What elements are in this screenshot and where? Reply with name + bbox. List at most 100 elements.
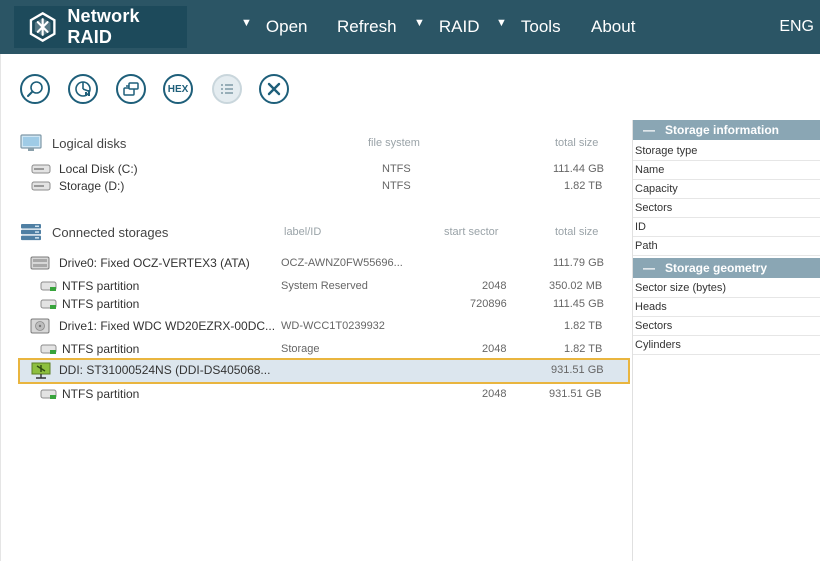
info-id: ID bbox=[633, 218, 820, 237]
hard-disk-drive-icon bbox=[30, 318, 50, 334]
table-row[interactable]: NTFS partition 2048 931.51 GB bbox=[18, 384, 630, 404]
disk-fs: NTFS bbox=[382, 180, 411, 192]
menu-about-label: About bbox=[591, 17, 636, 36]
storage-name: DDI: ST31000524NS (DDI-DS405068... bbox=[59, 363, 271, 377]
table-row[interactable]: Drive0: Fixed OCZ-VERTEX3 (ATA) OCZ-AWNZ… bbox=[18, 253, 630, 273]
pie-chart-icon bbox=[75, 81, 91, 97]
partition-icon bbox=[40, 389, 57, 399]
partition-size: 931.51 GB bbox=[549, 388, 602, 400]
menu-raid-label: RAID bbox=[438, 17, 480, 36]
menu-refresh[interactable]: Refresh bbox=[337, 0, 397, 54]
partition-name: NTFS partition bbox=[62, 297, 140, 311]
disk-name: Local Disk (C:) bbox=[59, 162, 138, 176]
info-heads: Heads bbox=[633, 298, 820, 317]
table-row[interactable]: NTFS partition 720896 111.45 GB bbox=[18, 294, 630, 314]
table-row-selected[interactable]: DDI: ST31000524NS (DDI-DS405068... 931.5… bbox=[18, 358, 630, 384]
partition-label: Storage bbox=[281, 343, 320, 355]
magnifier-icon bbox=[27, 81, 43, 97]
menu-open[interactable]: ▼ Open bbox=[241, 0, 307, 54]
partition-size: 350.02 MB bbox=[549, 280, 603, 292]
info-sector-size: Sector size (bytes) bbox=[633, 279, 820, 298]
drive-icon bbox=[30, 256, 50, 270]
info-geometry-sectors: Sectors bbox=[633, 317, 820, 336]
storage-label: WD-WCC1T0239932 bbox=[281, 320, 385, 332]
partition-name: NTFS partition bbox=[62, 279, 140, 293]
list-icon bbox=[221, 84, 233, 94]
app-logo: Network RAID bbox=[14, 6, 187, 48]
server-rack-icon bbox=[21, 224, 41, 241]
storage-size: 1.82 TB bbox=[564, 320, 603, 332]
logical-disks-title: Logical disks bbox=[52, 135, 127, 151]
storage-size: 931.51 GB bbox=[551, 364, 604, 376]
info-sectors: Sectors bbox=[633, 199, 820, 218]
col-start-sector: start sector bbox=[444, 226, 499, 238]
table-row[interactable]: NTFS partition Storage 2048 1.82 TB bbox=[18, 339, 630, 359]
info-storage-type: Storage type bbox=[633, 142, 820, 161]
disk-size: 1.82 TB bbox=[564, 180, 603, 192]
partition-size: 1.82 TB bbox=[564, 343, 603, 355]
partition-icon bbox=[40, 344, 57, 354]
list-view-button[interactable] bbox=[212, 74, 242, 104]
disk-size: 111.44 GB bbox=[553, 163, 604, 175]
top-bar: Network RAID ▼ Open Refresh ▼ RAID ▼ Too… bbox=[0, 0, 820, 54]
partition-start: 2048 bbox=[482, 388, 507, 400]
create-image-button[interactable] bbox=[116, 74, 146, 104]
menu-tools-label: Tools bbox=[520, 17, 561, 36]
menu-raid[interactable]: ▼ RAID bbox=[414, 0, 480, 54]
storage-information-title: Storage information bbox=[665, 123, 780, 137]
hard-disk-icon bbox=[31, 164, 51, 174]
hex-icon: HEX bbox=[167, 83, 189, 95]
menu-about[interactable]: About bbox=[591, 0, 635, 54]
left-border bbox=[0, 54, 1, 561]
menu-refresh-label: Refresh bbox=[337, 17, 397, 36]
storage-size: 111.79 GB bbox=[553, 257, 604, 269]
list-item[interactable]: Storage (D:) NTFS 1.82 TB bbox=[18, 176, 630, 196]
info-cylinders: Cylinders bbox=[633, 336, 820, 355]
disk-fs: NTFS bbox=[382, 163, 411, 175]
hex-viewer-button[interactable]: HEX bbox=[163, 74, 193, 104]
chevron-down-icon: ▼ bbox=[496, 17, 507, 29]
storage-geometry-header[interactable]: — Storage geometry bbox=[633, 258, 820, 278]
disk-image-icon bbox=[123, 82, 139, 96]
chevron-down-icon: ▼ bbox=[414, 17, 425, 29]
collapse-icon: — bbox=[643, 123, 655, 137]
partition-start: 2048 bbox=[482, 343, 507, 355]
col-total-size: total size bbox=[555, 226, 599, 238]
partition-label: System Reserved bbox=[281, 280, 368, 292]
col-file-system: file system bbox=[368, 137, 420, 149]
network-raid-logo-icon bbox=[29, 12, 56, 42]
scan-button[interactable] bbox=[20, 74, 50, 104]
statistics-button[interactable] bbox=[68, 74, 98, 104]
storage-label: OCZ-AWNZ0FW55696... bbox=[281, 257, 403, 269]
table-row[interactable]: NTFS partition System Reserved 2048 350.… bbox=[18, 276, 630, 296]
storage-information-header[interactable]: — Storage information bbox=[633, 120, 820, 140]
partition-icon bbox=[40, 281, 57, 291]
partition-start: 720896 bbox=[470, 298, 507, 310]
disk-image-file-icon bbox=[31, 362, 51, 379]
chevron-down-icon: ▼ bbox=[241, 17, 252, 29]
collapse-icon: — bbox=[643, 261, 655, 275]
disk-name: Storage (D:) bbox=[59, 179, 125, 193]
language-selector[interactable]: ENG bbox=[779, 0, 814, 54]
info-name: Name bbox=[633, 161, 820, 180]
hard-disk-icon bbox=[31, 181, 51, 191]
info-capacity: Capacity bbox=[633, 180, 820, 199]
menu-tools[interactable]: ▼ Tools bbox=[496, 0, 561, 54]
info-path: Path bbox=[633, 237, 820, 256]
app-title: Network RAID bbox=[67, 6, 140, 47]
storage-name: Drive1: Fixed WDC WD20EZRX-00DC... bbox=[59, 319, 276, 333]
col-total-size: total size bbox=[555, 137, 599, 149]
menu-open-label: Open bbox=[265, 17, 308, 36]
storage-name: Drive0: Fixed OCZ-VERTEX3 (ATA) bbox=[59, 256, 250, 270]
partition-name: NTFS partition bbox=[62, 342, 140, 356]
partition-icon bbox=[40, 299, 57, 309]
partition-start: 2048 bbox=[482, 280, 507, 292]
monitor-icon bbox=[20, 134, 42, 151]
close-icon bbox=[267, 82, 281, 96]
close-button[interactable] bbox=[259, 74, 289, 104]
partition-name: NTFS partition bbox=[62, 387, 140, 401]
connected-storages-header: Connected storages bbox=[20, 222, 168, 242]
logical-disks-header: Logical disks bbox=[20, 133, 126, 153]
col-label-id: label/ID bbox=[284, 226, 322, 238]
table-row[interactable]: Drive1: Fixed WDC WD20EZRX-00DC... WD-WC… bbox=[18, 316, 630, 336]
